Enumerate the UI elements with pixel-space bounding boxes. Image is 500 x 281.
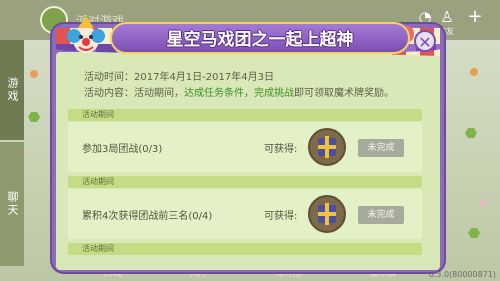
section-label: 活动期间 bbox=[82, 177, 114, 186]
task-row: 参加3局团战(0/3) 可获得: 未完成 bbox=[68, 122, 422, 172]
section-header: 活动期间 bbox=[68, 109, 422, 121]
section-label: 活动期间 bbox=[82, 110, 114, 119]
task-row: 累积4次获得团战前三名(0/4) 可获得: 未完成 bbox=[68, 189, 422, 239]
tab-chat[interactable]: 聊天 bbox=[0, 142, 24, 266]
add-icon[interactable]: + bbox=[464, 6, 486, 27]
claim-button[interactable]: 未完成 bbox=[358, 206, 404, 224]
event-title: 星空马戏团之一起上超神 bbox=[166, 30, 354, 50]
description-suffix: 即可领取魔术牌奖励。 bbox=[294, 88, 394, 99]
gift-box-icon bbox=[308, 128, 346, 166]
decor-dot bbox=[30, 70, 38, 78]
tab-games[interactable]: 游戏 bbox=[0, 40, 24, 140]
description-separator: ， bbox=[244, 88, 254, 99]
section-header: 活动期间 bbox=[68, 176, 422, 188]
description-highlight-task: 达成任务条件 bbox=[184, 88, 244, 99]
event-date: 活动时间：2017年4月1日-2017年4月3日 bbox=[84, 72, 274, 83]
description-prefix: 活动内容：活动期间， bbox=[84, 88, 184, 99]
description-highlight-challenge: 完成挑战 bbox=[254, 88, 294, 99]
section-label: 活动期间 bbox=[82, 244, 114, 253]
reward-label: 可获得: bbox=[264, 144, 298, 155]
gift-box-icon bbox=[308, 195, 346, 233]
decor-dot bbox=[470, 68, 478, 76]
decor-dot bbox=[480, 200, 486, 206]
task-description: 参加3局团战(0/3) bbox=[82, 144, 163, 155]
claim-button[interactable]: 未完成 bbox=[358, 139, 404, 157]
task-description: 累积4次获得团战前三名(0/4) bbox=[82, 211, 213, 222]
event-description: 活动内容：活动期间，达成任务条件，完成挑战即可领取魔术牌奖励。 bbox=[84, 84, 394, 99]
reward-label: 可获得: bbox=[264, 211, 298, 222]
section-header: 活动期间 bbox=[68, 243, 422, 255]
clown-icon bbox=[67, 16, 105, 53]
close-button[interactable]: ✕ bbox=[414, 30, 436, 52]
